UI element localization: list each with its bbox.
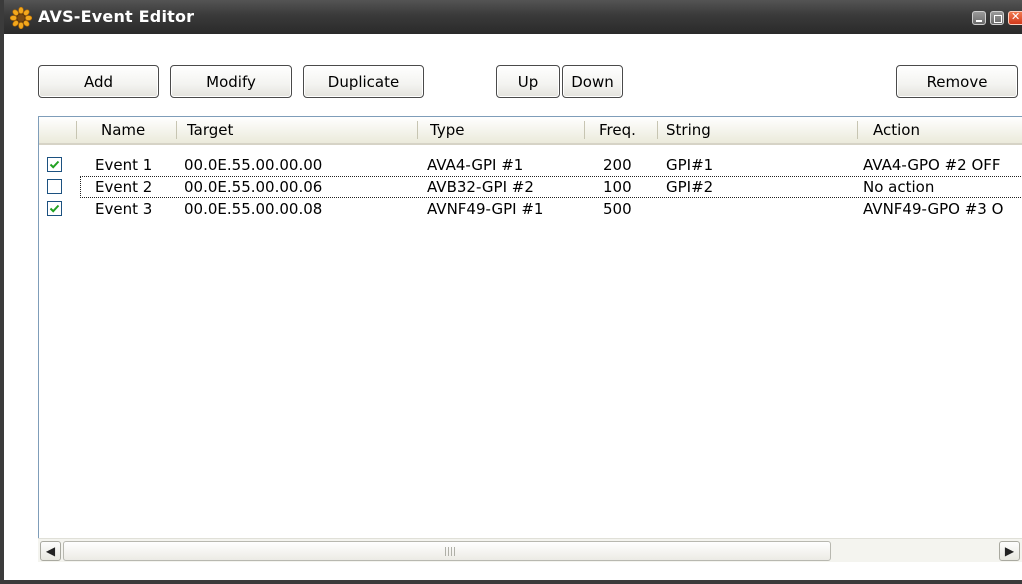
column-header-freq[interactable]: Freq. [599, 117, 657, 143]
cell-type: AVA4-GPI #1 [427, 156, 524, 174]
grip-icon [445, 547, 455, 556]
column-header-action[interactable]: Action [873, 117, 1022, 143]
row-checkbox[interactable] [47, 201, 62, 216]
duplicate-button[interactable]: Duplicate [303, 65, 424, 98]
header-separator [584, 121, 585, 139]
minimize-icon[interactable] [972, 11, 986, 25]
close-icon[interactable] [1008, 10, 1022, 25]
column-header-target[interactable]: Target [187, 117, 407, 143]
cell-target: 00.0E.55.00.00.08 [184, 200, 323, 218]
checkmark-icon [49, 204, 60, 213]
arrow-right-icon[interactable]: ▶ [999, 541, 1020, 561]
cell-name: Event 2 [95, 178, 153, 196]
header-separator [657, 121, 658, 139]
cell-action: No action [863, 178, 935, 196]
cell-freq: 200 [603, 156, 632, 174]
window-title: AVS-Event Editor [38, 7, 195, 26]
list-header: Name Target Type Freq. String Action [39, 117, 1022, 145]
title-bar[interactable]: AVS-Event Editor [4, 0, 1022, 34]
down-button[interactable]: Down [562, 65, 623, 98]
row-checkbox[interactable] [47, 179, 62, 194]
cell-string: GPI#1 [666, 156, 714, 174]
cell-type: AVNF49-GPI #1 [427, 200, 544, 218]
cell-name: Event 3 [95, 200, 153, 218]
cell-action: AVA4-GPO #2 OFF [863, 156, 1001, 174]
table-row[interactable]: Event 2 00.0E.55.00.00.06 AVB32-GPI #2 1… [39, 176, 1022, 198]
table-row[interactable]: Event 3 00.0E.55.00.00.08 AVNF49-GPI #1 … [39, 198, 1022, 220]
sunflower-icon [10, 7, 32, 29]
horizontal-scrollbar[interactable]: ◀ ▶ [38, 538, 1022, 562]
cell-freq: 100 [603, 178, 632, 196]
remove-button[interactable]: Remove [896, 65, 1018, 98]
cell-string: GPI#2 [666, 178, 714, 196]
cell-action: AVNF49-GPO #3 O [863, 200, 1004, 218]
checkmark-icon [49, 160, 60, 169]
cell-target: 00.0E.55.00.00.00 [184, 156, 323, 174]
modify-button[interactable]: Modify [170, 65, 292, 98]
header-separator [76, 121, 77, 139]
column-header-string[interactable]: String [666, 117, 846, 143]
column-header-type[interactable]: Type [430, 117, 580, 143]
arrow-left-icon[interactable]: ◀ [40, 541, 61, 561]
cell-type: AVB32-GPI #2 [427, 178, 534, 196]
cell-name: Event 1 [95, 156, 153, 174]
cell-string [666, 198, 851, 220]
avs-event-editor-window: AVS-Event Editor Add Modify Duplicate Up… [0, 0, 1022, 584]
header-separator [417, 121, 418, 139]
add-button[interactable]: Add [38, 65, 159, 98]
table-row[interactable]: Event 1 00.0E.55.00.00.00 AVA4-GPI #1 20… [39, 154, 1022, 176]
header-separator [857, 121, 858, 139]
scrollbar-thumb[interactable] [63, 541, 831, 561]
column-header-name[interactable]: Name [101, 117, 171, 143]
event-list[interactable]: Name Target Type Freq. String Action Eve… [38, 116, 1022, 546]
row-checkbox[interactable] [47, 157, 62, 172]
maximize-icon[interactable] [990, 11, 1004, 25]
up-button[interactable]: Up [496, 65, 560, 98]
header-separator [176, 121, 177, 139]
cell-target: 00.0E.55.00.00.06 [184, 178, 323, 196]
cell-freq: 500 [603, 200, 632, 218]
